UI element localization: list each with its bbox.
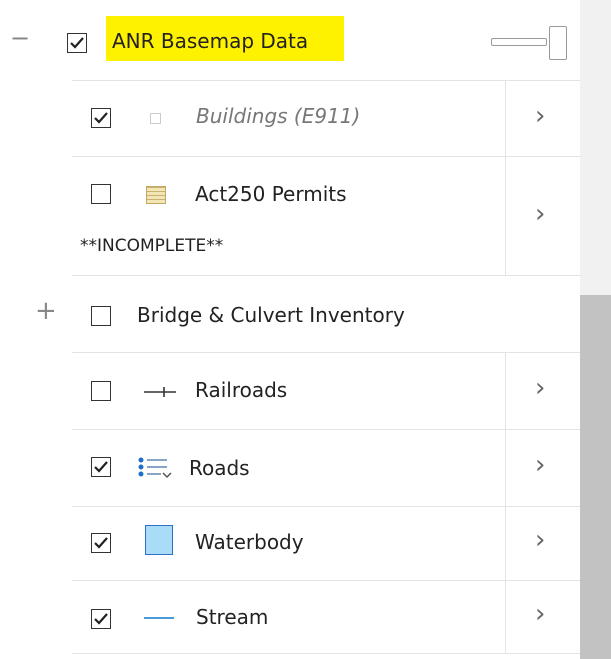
opacity-slider-handle[interactable] [549,26,567,60]
bridge-culvert-label: Bridge & Culvert Inventory [137,303,405,327]
railroads-label: Railroads [195,378,288,402]
stream-label: Stream [196,605,269,629]
act250-sublabel: **INCOMPLETE** [80,236,224,256]
chevron-right-icon[interactable]: › [535,452,545,478]
railroad-line-icon [144,387,176,397]
expand-icon[interactable]: + [35,298,57,324]
chevron-right-icon[interactable]: › [535,103,545,129]
buildings-checkbox[interactable] [91,108,111,128]
group-checkbox[interactable] [67,33,87,53]
group-row-anr-basemap[interactable]: − ANR Basemap Data [0,0,580,80]
roads-checkbox[interactable] [91,457,111,477]
chevron-right-icon[interactable]: › [535,201,545,227]
buildings-label: Buildings (E911) [196,104,361,128]
hatched-swatch-icon [146,186,166,204]
layer-list-panel: − ANR Basemap Data Buildings (E911) › Ac… [0,0,580,659]
stream-checkbox[interactable] [91,609,111,629]
square-outline-icon [150,113,161,124]
legend-list-icon [138,457,172,479]
act250-checkbox[interactable] [91,184,111,204]
railroads-checkbox[interactable] [91,381,111,401]
group-label: ANR Basemap Data [112,29,309,53]
stream-line-icon [144,617,174,619]
opacity-slider-track[interactable] [491,38,547,46]
roads-label: Roads [189,456,250,480]
chevron-right-icon[interactable]: › [535,601,545,627]
collapse-icon[interactable]: − [10,26,30,50]
layer-row-buildings[interactable]: Buildings (E911) › [0,81,580,156]
layer-row-stream[interactable]: Stream › [0,581,580,653]
waterbody-swatch-icon [145,525,173,555]
bridge-culvert-checkbox[interactable] [91,306,111,326]
waterbody-checkbox[interactable] [91,533,111,553]
layer-row-roads[interactable]: Roads › [0,430,580,506]
layer-row-act250[interactable]: Act250 Permits **INCOMPLETE** › [0,157,580,275]
chevron-right-icon[interactable]: › [535,527,545,553]
scrollbar-thumb[interactable] [580,295,611,659]
act250-label: Act250 Permits [195,182,347,206]
waterbody-label: Waterbody [195,530,304,554]
layer-row-bridge-culvert[interactable]: + Bridge & Culvert Inventory [0,276,580,352]
layer-row-railroads[interactable]: Railroads › [0,353,580,429]
chevron-right-icon[interactable]: › [535,375,545,401]
layer-row-waterbody[interactable]: Waterbody › [0,507,580,580]
